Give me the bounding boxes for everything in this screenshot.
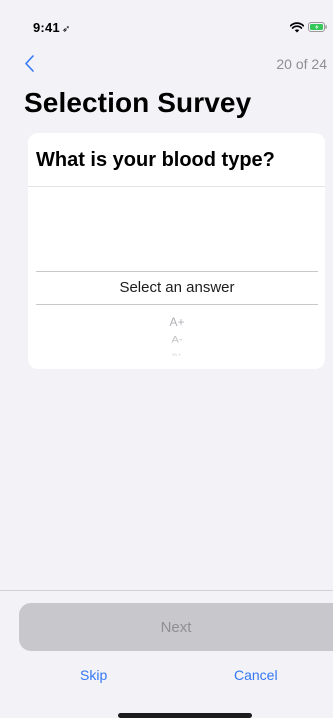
progress-label: 20 of 24 [276,56,327,72]
picker-selected-value[interactable]: Select an answer [36,279,318,296]
home-indicator [118,713,252,718]
picker-option[interactable]: A- [36,335,318,345]
picker-bottom-line [36,304,318,305]
status-time: 9:41 ➶ [33,20,70,35]
cancel-button[interactable]: Cancel [234,667,278,683]
skip-button[interactable]: Skip [80,667,107,683]
location-icon: ➶ [61,24,71,35]
question-card: What is your blood type? Select an answe… [28,133,325,369]
status-bar: 9:41 ➶ [0,0,333,40]
wifi-icon [290,22,304,33]
battery-icon [308,22,327,32]
status-time-text: 9:41 [33,20,60,35]
question-text: What is your blood type? [36,149,275,171]
next-button[interactable]: Next [19,603,333,651]
footer-toolbar: Next Skip Cancel [0,590,333,718]
picker-top-line [36,271,318,272]
page-title: Selection Survey [24,87,252,118]
navigation-bar: 20 of 24 [0,50,333,80]
card-divider [28,186,325,187]
chevron-left-icon[interactable] [22,52,46,76]
picker-option[interactable]: B+ [36,352,318,357]
answer-picker[interactable]: Select an answer A+ A- B+ [36,271,318,361]
picker-option[interactable]: A+ [36,315,318,329]
